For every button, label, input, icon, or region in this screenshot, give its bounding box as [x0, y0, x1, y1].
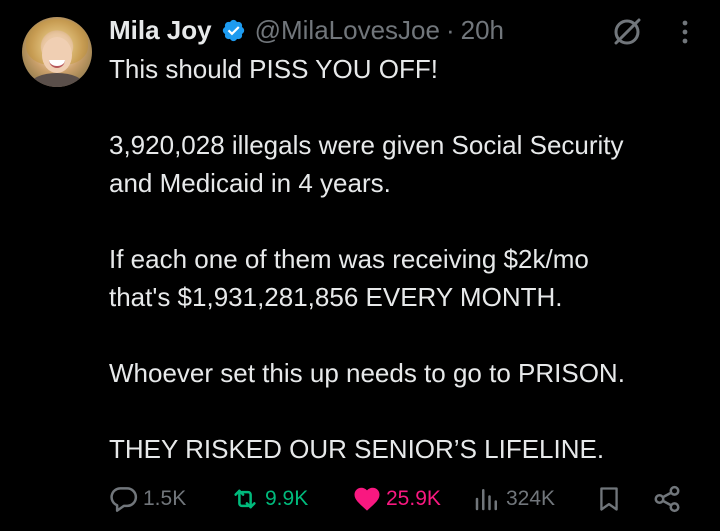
- more-icon[interactable]: [675, 17, 695, 47]
- like-count: 25.9K: [386, 487, 441, 510]
- text-line: Whoever set this up needs to go to PRISO…: [109, 358, 625, 388]
- repost-button[interactable]: 9.9K: [229, 479, 308, 519]
- reply-button[interactable]: 1.5K: [109, 479, 186, 519]
- text-line: 3,920,028 illegals were given Social Sec…: [109, 130, 624, 160]
- heart-icon: [354, 487, 380, 511]
- author-handle[interactable]: @MilaLovesJoe: [255, 15, 440, 46]
- text-line: and Medicaid in 4 years.: [109, 168, 391, 198]
- author-name[interactable]: Mila Joy: [109, 15, 212, 46]
- tweet-text: This should PISS YOU OFF! 3,920,028 ille…: [109, 50, 709, 468]
- repost-icon: [234, 489, 256, 509]
- text-line: If each one of them was receiving $2k/mo: [109, 244, 589, 274]
- view-count: 324K: [506, 487, 556, 510]
- views-chart-icon: [475, 489, 497, 511]
- text-line: THEY RISKED OUR SENIOR’S LIFELINE.: [109, 434, 605, 464]
- avatar-shirt: [30, 73, 84, 87]
- grok-icon[interactable]: [611, 16, 643, 48]
- bookmark-icon: [600, 487, 618, 511]
- views-button[interactable]: 324K: [472, 479, 555, 519]
- post-timestamp[interactable]: 20h: [461, 15, 504, 46]
- text-line: that's $1,931,281,856 EVERY MONTH.: [109, 282, 563, 312]
- text-line: This should PISS YOU OFF!: [109, 54, 438, 84]
- tweet: Mila Joy @MilaLovesJoe · 20h This should…: [0, 0, 720, 531]
- separator-dot: ·: [445, 14, 455, 45]
- share-icon: [654, 485, 680, 513]
- reply-count: 1.5K: [143, 487, 187, 510]
- action-bar: 1.5K 9.9K 25.9K 324K: [109, 479, 689, 519]
- reply-icon: [110, 487, 138, 512]
- share-button[interactable]: [652, 479, 682, 519]
- bookmark-button[interactable]: [595, 479, 623, 519]
- repost-count: 9.9K: [265, 487, 309, 510]
- like-button[interactable]: 25.9K: [352, 479, 441, 519]
- avatar[interactable]: [22, 17, 92, 87]
- verified-badge-icon[interactable]: [221, 18, 246, 43]
- tweet-header: Mila Joy @MilaLovesJoe · 20h: [109, 13, 504, 47]
